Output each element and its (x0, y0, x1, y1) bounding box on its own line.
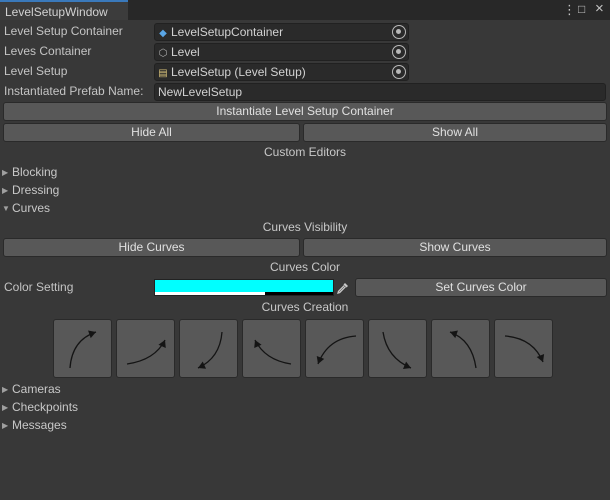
foldout-cameras[interactable]: ▶ Cameras (2, 380, 61, 398)
create-curve-button-1[interactable] (53, 319, 112, 378)
maximize-icon[interactable]: □ (578, 2, 585, 16)
show-all-button[interactable]: Show All (303, 123, 607, 142)
curve-up-right-icon (69, 330, 97, 369)
foldout-collapsed-icon: ▶ (2, 421, 9, 430)
object-picker-icon[interactable] (392, 45, 406, 59)
curves-visibility-header: Curves Visibility (262, 220, 348, 234)
set-curves-color-button[interactable]: Set Curves Color (355, 278, 607, 297)
foldout-blocking-label: Blocking (12, 165, 58, 179)
level-setup-label: Level Setup (4, 64, 68, 78)
create-curve-button-5[interactable] (305, 319, 364, 378)
hide-curves-button[interactable]: Hide Curves (3, 238, 300, 257)
foldout-collapsed-icon: ▶ (2, 385, 9, 394)
prefab-icon: ◆ (159, 28, 167, 39)
curve-down-right-icon (382, 331, 412, 369)
levels-container-value: Level (171, 45, 200, 59)
curves-creation-header: Curves Creation (261, 300, 349, 314)
eyedropper-icon[interactable] (335, 279, 351, 296)
show-curves-button[interactable]: Show Curves (303, 238, 607, 257)
instantiate-button[interactable]: Instantiate Level Setup Container (3, 102, 607, 121)
foldout-blocking[interactable]: ▶ Blocking (2, 163, 57, 181)
curve-up-left-icon (449, 330, 477, 369)
prefab-name-input[interactable]: NewLevelSetup (154, 83, 606, 101)
color-setting-label: Color Setting (4, 280, 74, 294)
foldout-cameras-label: Cameras (12, 382, 61, 396)
foldout-checkpoints-label: Checkpoints (12, 400, 79, 414)
curves-color-header: Curves Color (269, 260, 341, 274)
alpha-bar (155, 292, 266, 295)
foldout-collapsed-icon: ▶ (2, 186, 9, 195)
foldout-dressing-label: Dressing (12, 183, 60, 197)
foldout-collapsed-icon: ▶ (2, 168, 9, 177)
tab-level-setup-window[interactable]: LevelSetupWindow (0, 0, 128, 20)
curve-right-down-icon (504, 335, 545, 363)
levels-container-label: Leves Container (4, 44, 92, 58)
foldout-dressing[interactable]: ▶ Dressing (2, 181, 59, 199)
foldout-messages[interactable]: ▶ Messages (2, 416, 67, 434)
hide-all-button[interactable]: Hide All (3, 123, 300, 142)
create-curve-button-2[interactable] (116, 319, 175, 378)
curve-left-down-icon (316, 335, 357, 365)
level-setup-container-field[interactable]: ◆ LevelSetupContainer (154, 23, 409, 41)
object-picker-icon[interactable] (392, 25, 406, 39)
curve-right-up-icon (126, 339, 166, 365)
foldout-curves-label: Curves (12, 201, 51, 215)
create-curve-button-6[interactable] (368, 319, 427, 378)
level-setup-container-value: LevelSetupContainer (171, 25, 284, 39)
object-picker-icon[interactable] (392, 65, 406, 79)
level-setup-container-label: Level Setup Container (4, 24, 123, 38)
foldout-expanded-icon: ▼ (2, 204, 10, 213)
color-setting-field[interactable] (154, 279, 334, 296)
level-setup-field[interactable]: ▤ LevelSetup (Level Setup) (154, 63, 409, 81)
level-setup-value: LevelSetup (Level Setup) (171, 65, 306, 79)
foldout-messages-label: Messages (12, 418, 67, 432)
levels-container-field[interactable]: ⬡ Level (154, 43, 409, 61)
curve-down-left-icon (197, 331, 223, 369)
foldout-collapsed-icon: ▶ (2, 403, 9, 412)
gameobject-icon: ⬡ (158, 48, 168, 59)
prefab-name-label: Instantiated Prefab Name: (4, 84, 144, 98)
alpha-bar-remainder (265, 292, 333, 295)
create-curve-button-3[interactable] (179, 319, 238, 378)
tab-title: LevelSetupWindow (5, 5, 108, 19)
script-icon: ▤ (158, 68, 168, 79)
foldout-checkpoints[interactable]: ▶ Checkpoints (2, 398, 78, 416)
close-icon[interactable]: × (595, 0, 604, 17)
foldout-curves[interactable]: ▼ Curves (2, 199, 50, 217)
create-curve-button-4[interactable] (242, 319, 301, 378)
create-curve-button-7[interactable] (431, 319, 490, 378)
curve-left-up-icon (254, 339, 292, 365)
custom-editors-header: Custom Editors (263, 145, 347, 159)
window-tab-bar: LevelSetupWindow ⋮ □ × (0, 0, 610, 20)
more-options-icon[interactable]: ⋮ (563, 2, 576, 18)
create-curve-button-8[interactable] (494, 319, 553, 378)
